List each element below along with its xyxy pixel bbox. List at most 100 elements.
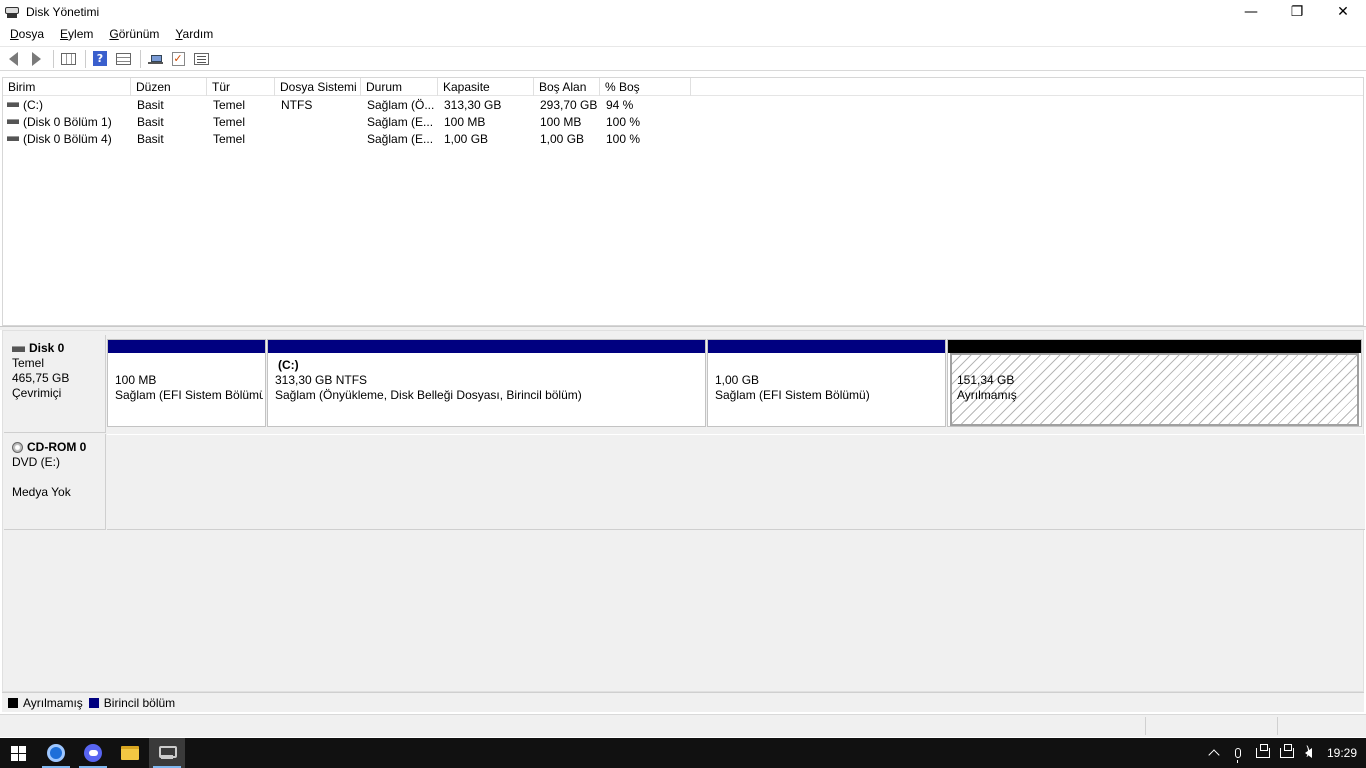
menu-eylem[interactable]: Eylem [60,27,93,41]
chevron-up-icon [1208,749,1220,761]
disk-name: Disk 0 [29,341,65,355]
minimize-icon: — [1244,4,1258,20]
disk-state: Medya Yok [12,485,71,499]
back-button[interactable] [4,50,22,68]
partition-size: 1,00 GB [715,373,760,387]
volume-list[interactable]: Birim Düzen Tür Dosya Sistemi Durum Kapa… [2,77,1364,326]
partition-status: Ayrılmamış [957,388,1017,402]
volume-list-button[interactable] [114,50,132,68]
menu-gorunum[interactable]: Görünüm [109,27,159,41]
partition-size: 313,30 GB NTFS [275,373,368,387]
close-button[interactable]: ✕ [1320,0,1366,24]
partition-name: (C:) [278,358,299,372]
menu-yardim[interactable]: Yardım [175,27,213,41]
connect-icon [147,54,163,64]
table-row[interactable]: (C:) Basit Temel NTFS Sağlam (Ö... 313,3… [3,97,1363,114]
cdrom-media-area[interactable] [107,434,1365,530]
forward-icon [31,51,41,66]
check-icon: ✓ [171,51,185,66]
title-bar: Disk Yönetimi [0,0,1366,24]
cell-dosya-sistemi [281,131,361,148]
table-row[interactable]: (Disk 0 Bölüm 4) Basit Temel Sağlam (E..… [3,131,1363,148]
taskbar-chrome[interactable] [38,738,74,768]
column-header-duzen[interactable]: Düzen [131,78,207,96]
cell-bos-alan: 1,00 GB [540,132,585,146]
cell-yuzde-bos: 100 % [606,115,641,129]
connect-button[interactable] [146,50,164,68]
cell-yuzde-bos: 100 % [606,132,641,146]
partition-color-bar [268,340,705,353]
volume-list-icon [115,52,131,65]
cdrom-0-label[interactable]: CD-ROM 0 DVD (E:) Medya Yok [4,434,106,530]
legend-swatch-primary [88,697,99,708]
cell-kapasite: 313,30 GB [444,98,502,112]
table-row[interactable]: (Disk 0 Bölüm 1) Basit Temel Sağlam (E..… [3,114,1363,131]
column-header-kapasite[interactable]: Kapasite [438,78,534,96]
disk-0-label[interactable]: Disk 0 Temel 465,75 GB Çevrimiçi [4,335,106,433]
disk-graph-view: Disk 0 Temel 465,75 GB Çevrimiçi 100 MB … [2,330,1365,692]
tray-overflow-button[interactable] [1204,738,1224,768]
disk-type: DVD (E:) [12,455,60,469]
column-header-birim[interactable]: Birim [3,78,131,96]
tray-microphone[interactable] [1228,738,1248,768]
taskbar-file-explorer[interactable] [112,738,148,768]
partition-efi-1[interactable]: 100 MB Sağlam (EFI Sistem Bölümü) [107,339,266,427]
speaker-icon [1304,744,1312,758]
tray-battery[interactable] [1252,738,1274,768]
cell-durum: Sağlam (E... [367,115,434,129]
cell-yuzde-bos: 94 % [606,98,634,112]
cd-drive-icon [12,442,23,453]
microphone-icon [1235,748,1241,763]
properties-button[interactable] [192,50,210,68]
minimize-button[interactable]: — [1228,0,1274,24]
taskbar-discord[interactable] [75,738,111,768]
partition-c[interactable]: (C:) 313,30 GB NTFS Sağlam (Önyükleme, D… [267,339,706,427]
properties-icon [193,52,209,65]
list-header: Birim Düzen Tür Dosya Sistemi Durum Kapa… [3,78,1363,96]
maximize-button[interactable]: ❐ [1274,0,1320,24]
column-header-tur[interactable]: Tür [207,78,275,96]
partition-details: 1,00 GB Sağlam (EFI Sistem Bölümü) [710,353,943,426]
cell-kapasite: 100 MB [444,115,486,129]
disk-list-icon [60,52,76,65]
forward-button[interactable] [27,50,45,68]
cell-durum: Sağlam (E... [367,132,434,146]
cell-kapasite: 1,00 GB [444,132,489,146]
file-explorer-icon [121,746,139,760]
column-header-durum[interactable]: Durum [361,78,438,96]
cell-duzen: Basit [137,115,164,129]
partition-size: 151,34 GB [957,373,1015,387]
column-header-yuzde-bos[interactable]: % Boş [600,78,691,96]
tray-network[interactable] [1276,738,1298,768]
close-icon: ✕ [1337,4,1349,20]
cell-tur: Temel [213,132,246,146]
partition-efi-4[interactable]: 1,00 GB Sağlam (EFI Sistem Bölümü) [707,339,946,427]
disk-name: CD-ROM 0 [27,440,87,454]
menu-dosya[interactable]: Dosya [10,27,44,41]
column-header-bos-alan[interactable]: Boş Alan [534,78,600,96]
taskbar-clock[interactable]: 19:29 [1318,738,1366,768]
partition-details: (C:) 313,30 GB NTFS Sağlam (Önyükleme, D… [270,353,703,426]
tray-volume[interactable] [1298,738,1318,768]
start-button[interactable] [0,738,36,768]
partition-size: 100 MB [115,373,157,387]
cell-bos-alan: 293,70 GB [540,98,598,112]
partition-unallocated[interactable]: 151,34 GB Ayrılmamış [947,339,1362,427]
help-button[interactable]: ? [91,50,109,68]
window-title: Disk Yönetimi [26,5,100,19]
cell-durum: Sağlam (Ö... [367,98,435,112]
cell-birim: (C:) [23,98,43,112]
legend: Ayrılmamış Birincil bölüm [2,692,1364,712]
toolbar-separator [53,49,54,68]
disk-list-button[interactable] [59,50,77,68]
partition-color-bar [108,340,265,353]
column-header-dosya-sistemi[interactable]: Dosya Sistemi [275,78,361,96]
check-button[interactable]: ✓ [169,50,187,68]
legend-label: Ayrılmamış [23,695,83,710]
taskbar-disk-management[interactable] [149,738,185,768]
volume-icon [7,102,19,107]
status-segment [1145,717,1277,735]
menu-bar: Dosya Eylem Görünüm Yardım [0,24,1366,44]
disk-state: Çevrimiçi [12,386,62,400]
windows-start-icon [10,745,26,761]
